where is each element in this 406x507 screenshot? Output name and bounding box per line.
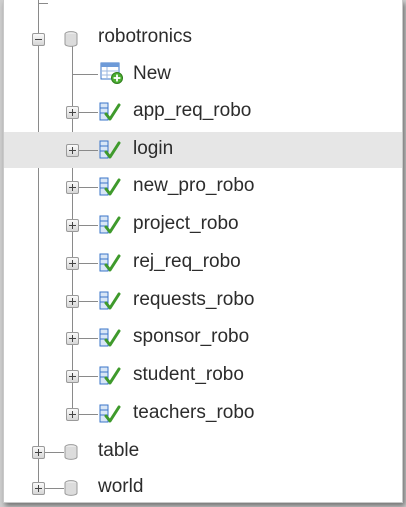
expand-icon[interactable]	[66, 144, 79, 157]
database-icon	[64, 480, 78, 496]
database-name[interactable]: robotronics	[98, 26, 192, 48]
database-icon	[64, 31, 78, 47]
table-item[interactable]: rej_req_robo	[4, 245, 402, 281]
table-name[interactable]: new_pro_robo	[133, 175, 254, 197]
table-icon	[99, 140, 121, 159]
expand-icon[interactable]	[66, 181, 79, 194]
expand-icon[interactable]	[32, 482, 45, 495]
table-item[interactable]: sponsor_robo	[4, 320, 402, 356]
database-icon	[64, 444, 78, 460]
table-icon	[99, 253, 121, 272]
database-item-robotronics[interactable]: robotronics	[4, 20, 402, 56]
table-name[interactable]: requests_robo	[133, 289, 254, 311]
table-name[interactable]: app_req_robo	[133, 100, 251, 122]
database-item-world[interactable]: world	[4, 471, 402, 502]
table-name[interactable]: project_robo	[133, 213, 239, 235]
new-table-label[interactable]: New	[133, 63, 171, 85]
table-item[interactable]: student_robo	[4, 358, 402, 394]
collapse-icon[interactable]	[32, 33, 45, 46]
table-name[interactable]: teachers_robo	[133, 402, 254, 424]
expand-icon[interactable]	[66, 332, 79, 345]
table-item[interactable]: login	[4, 132, 402, 168]
table-icon	[99, 404, 121, 423]
tree-guide-line	[72, 74, 98, 75]
table-icon	[99, 291, 121, 310]
table-name[interactable]: rej_req_robo	[133, 251, 241, 273]
expand-icon[interactable]	[66, 257, 79, 270]
database-item-table[interactable]: table	[4, 434, 402, 470]
table-icon	[99, 215, 121, 234]
new-table-item[interactable]: New	[4, 56, 402, 92]
table-item[interactable]: new_pro_robo	[4, 169, 402, 205]
database-name[interactable]: table	[98, 440, 139, 462]
table-item[interactable]: app_req_robo	[4, 94, 402, 130]
expand-icon[interactable]	[66, 106, 79, 119]
table-icon	[99, 102, 121, 121]
table-icon	[99, 177, 121, 196]
expand-icon[interactable]	[66, 370, 79, 383]
table-icon	[99, 328, 121, 347]
table-item[interactable]: requests_robo	[4, 283, 402, 319]
table-item[interactable]: teachers_robo	[4, 396, 402, 432]
table-icon	[99, 366, 121, 385]
database-navigation-tree: robotronics New app_req_robologin new_pro…	[3, 0, 403, 503]
database-name[interactable]: world	[98, 476, 143, 498]
expand-icon[interactable]	[66, 295, 79, 308]
expand-icon[interactable]	[32, 446, 45, 459]
expand-icon[interactable]	[66, 219, 79, 232]
new-table-icon	[100, 62, 123, 84]
table-item[interactable]: project_robo	[4, 207, 402, 243]
table-name[interactable]: student_robo	[133, 364, 244, 386]
table-name[interactable]: sponsor_robo	[133, 326, 249, 348]
tree-guide-line	[38, 3, 48, 4]
expand-icon[interactable]	[66, 408, 79, 421]
table-name[interactable]: login	[133, 138, 173, 160]
